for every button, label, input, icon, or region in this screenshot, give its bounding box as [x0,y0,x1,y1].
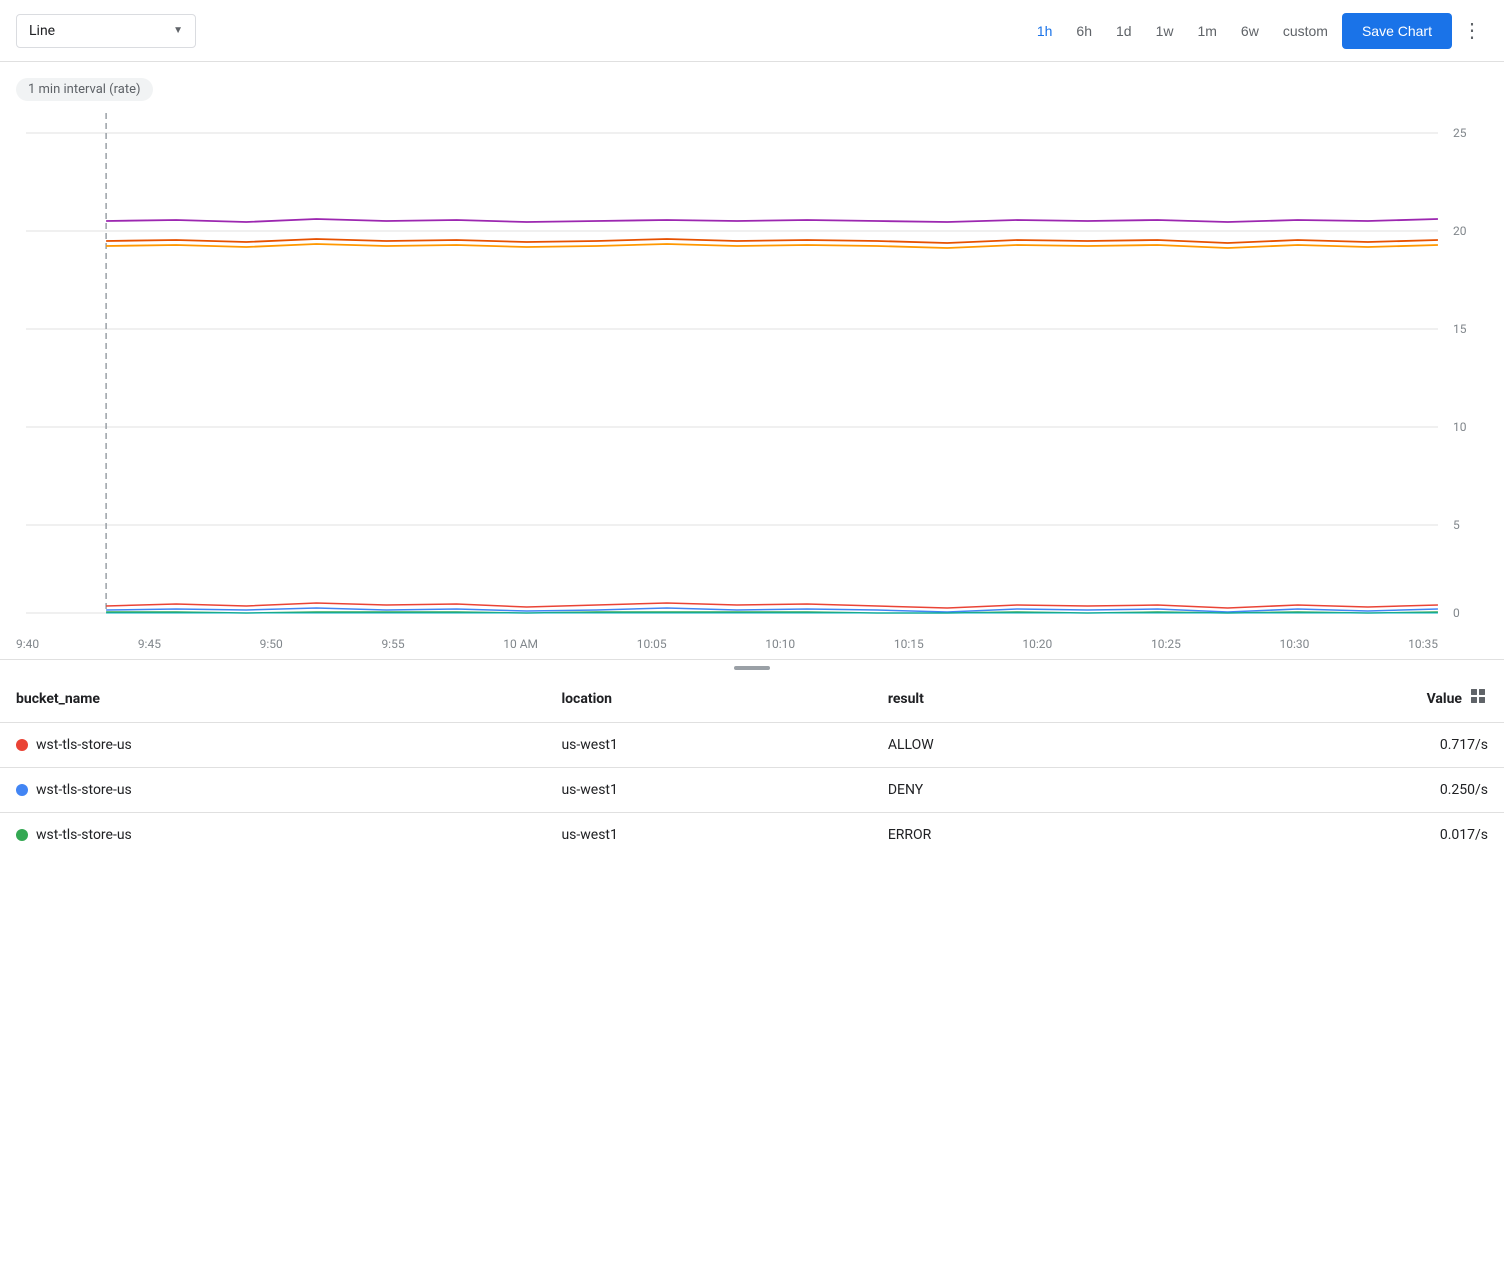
col-header-result: result [872,676,1159,723]
svg-text:25: 25 [1453,126,1467,140]
legend-cell-value-2: 0.017/s [1159,813,1504,858]
legend-table: bucket_name location result Value [0,676,1504,857]
chart-container: 1 min interval (rate) 25 20 15 10 5 0 [0,62,1504,659]
svg-text:10: 10 [1453,420,1467,434]
legend-cell-result-0: ALLOW [872,723,1159,768]
legend-cell-result-1: DENY [872,768,1159,813]
more-options-button[interactable]: ⋮ [1456,12,1488,49]
drag-handle[interactable] [0,660,1504,676]
legend-row-2: wst-tls-store-us us-west1 ERROR 0.017/s [0,813,1504,858]
svg-text:20: 20 [1453,224,1467,238]
x-label-1035: 10:35 [1408,637,1438,651]
svg-text:0: 0 [1453,606,1460,620]
grid-view-icon[interactable] [1470,688,1488,710]
series-dot-1 [16,784,28,796]
drag-handle-bar [734,666,770,670]
x-label-1010: 10:10 [765,637,795,651]
x-label-950: 9:50 [260,637,283,651]
legend-cell-value-1: 0.250/s [1159,768,1504,813]
x-label-955: 9:55 [381,637,404,651]
x-label-1015: 10:15 [894,637,924,651]
time-btn-1h[interactable]: 1h [1027,17,1063,45]
time-btn-custom[interactable]: custom [1273,17,1338,45]
x-label-1030: 10:30 [1280,637,1310,651]
time-btn-6w[interactable]: 6w [1231,17,1269,45]
legend-cell-bucket-1: wst-tls-store-us [0,768,545,813]
col-header-location: location [545,676,871,723]
toolbar: Line ▼ 1h 6h 1d 1w 1m 6w custom Save Cha… [0,0,1504,62]
legend-cell-location-1: us-west1 [545,768,871,813]
x-label-1025: 10:25 [1151,637,1181,651]
series-dot-0 [16,739,28,751]
time-controls: 1h 6h 1d 1w 1m 6w custom Save Chart ⋮ [1027,12,1488,49]
svg-text:15: 15 [1453,322,1467,336]
legend-cell-location-2: us-west1 [545,813,871,858]
chart-type-label: Line [29,23,55,39]
time-btn-1d[interactable]: 1d [1106,17,1142,45]
time-btn-1m[interactable]: 1m [1187,17,1226,45]
x-label-1020: 10:20 [1022,637,1052,651]
x-label-1005: 10:05 [637,637,667,651]
legend-cell-value-0: 0.717/s [1159,723,1504,768]
interval-badge: 1 min interval (rate) [16,78,153,101]
chart-area: 25 20 15 10 5 0 [26,113,1488,633]
legend-cell-bucket-0: wst-tls-store-us [0,723,545,768]
time-btn-6h[interactable]: 6h [1066,17,1102,45]
legend-cell-bucket-2: wst-tls-store-us [0,813,545,858]
legend-row-0: wst-tls-store-us us-west1 ALLOW 0.717/s [0,723,1504,768]
series-dot-2 [16,829,28,841]
legend-row-1: wst-tls-store-us us-west1 DENY 0.250/s [0,768,1504,813]
chart-type-dropdown[interactable]: Line ▼ [16,14,196,48]
x-axis-labels: 9:40 9:45 9:50 9:55 10 AM 10:05 10:10 10… [16,633,1488,659]
time-btn-1w[interactable]: 1w [1146,17,1184,45]
svg-text:5: 5 [1453,518,1460,532]
col-header-value: Value [1159,676,1504,723]
save-chart-button[interactable]: Save Chart [1342,13,1452,49]
legend-cell-result-2: ERROR [872,813,1159,858]
x-label-10am: 10 AM [503,637,538,651]
chevron-down-icon: ▼ [173,25,183,36]
legend-header-row: bucket_name location result Value [0,676,1504,723]
col-header-bucket-name: bucket_name [0,676,545,723]
legend-cell-location-0: us-west1 [545,723,871,768]
x-label-940: 9:40 [16,637,39,651]
chart-svg: 25 20 15 10 5 0 [26,113,1488,633]
x-label-945: 9:45 [138,637,161,651]
